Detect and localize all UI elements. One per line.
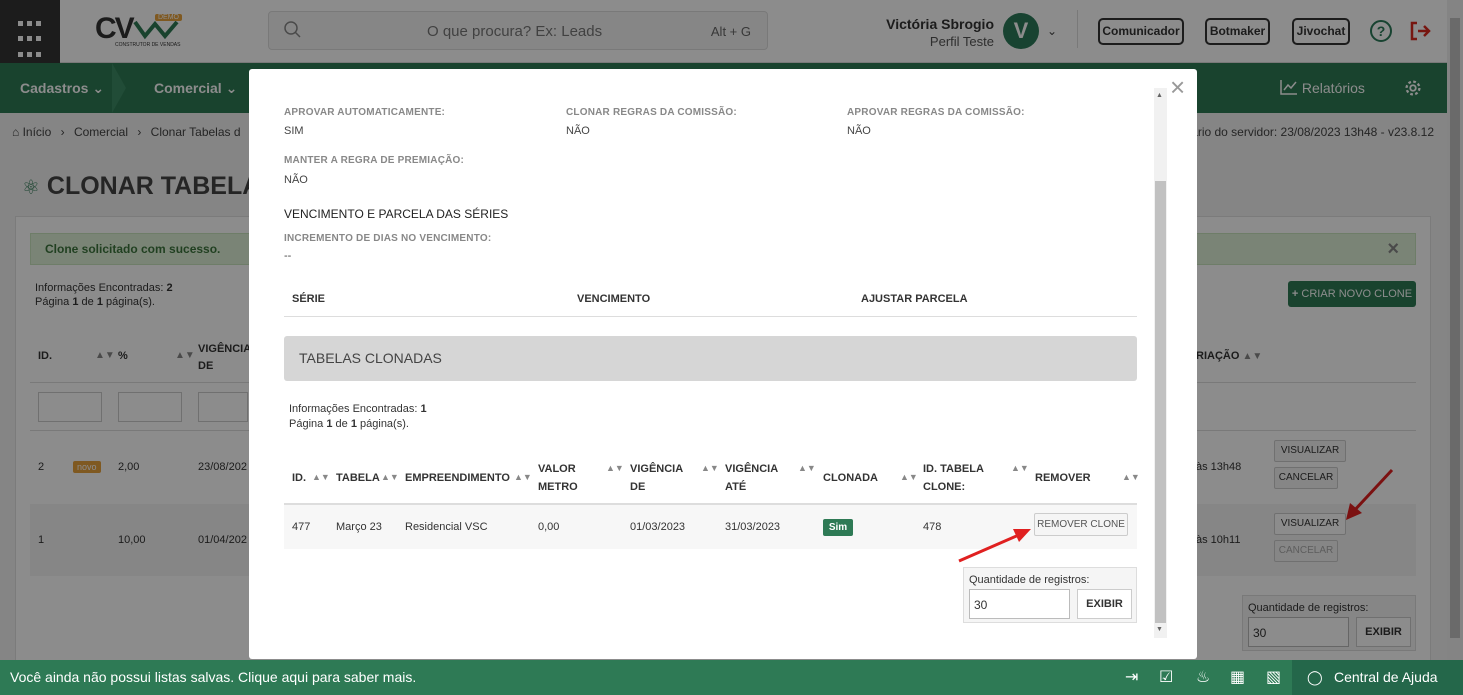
cell-tabela: Março 23 <box>336 521 382 533</box>
saved-lists-message[interactable]: Você ainda não possui listas salvas. Cli… <box>10 660 416 695</box>
page-size-control: Quantidade de registros: 30 EXIBIR <box>963 567 1137 623</box>
results-info: Informações Encontradas: 1 Página 1 de 1… <box>289 402 427 432</box>
collapse-icon[interactable]: ⇥ <box>1125 660 1138 695</box>
field-label: CLONAR REGRAS DA COMISSÃO: <box>566 107 737 118</box>
sort-icon[interactable]: ▲▼ <box>606 463 624 473</box>
close-icon[interactable]: × <box>1170 74 1185 100</box>
scroll-down-icon[interactable]: ▼ <box>1156 626 1163 633</box>
annotation-arrow <box>958 529 1031 563</box>
footer-bar: Você ainda não possui listas salvas. Cli… <box>0 660 1463 695</box>
cloned-tables-header: TABELAS CLONADAS <box>284 336 1137 381</box>
field-label: APROVAR AUTOMATICAMENTE: <box>284 107 446 118</box>
sort-icon[interactable]: ▲▼ <box>514 472 532 482</box>
col-label: VIGÊNCIA <box>725 463 779 475</box>
sort-icon[interactable]: ▲▼ <box>798 463 816 473</box>
status-badge: Sim <box>823 519 853 536</box>
field-label: APROVAR REGRAS DA COMISSÃO: <box>847 107 1025 118</box>
cell-valor-metro: 0,00 <box>538 521 560 533</box>
info-count: 1 <box>420 403 427 415</box>
cell-id-clone: 478 <box>923 521 942 533</box>
checklist-icon[interactable]: ☑ <box>1159 660 1173 695</box>
sort-icon[interactable]: ▲▼ <box>1011 463 1029 473</box>
help-center-label: Central de Ajuda <box>1334 669 1438 685</box>
col-id-tabela-clone[interactable]: ID. TABELA CLONE: <box>923 460 984 496</box>
col-vencimento: VENCIMENTO <box>577 293 651 305</box>
field-label: MANTER A REGRA DE PREMIAÇÃO: <box>284 155 465 166</box>
scroll-up-icon[interactable]: ▲ <box>1156 92 1163 99</box>
show-button[interactable]: EXIBIR <box>1077 589 1132 619</box>
divider <box>284 316 1137 317</box>
col-clonada[interactable]: CLONADA <box>823 469 878 487</box>
col-ajustar-parcela: AJUSTAR PARCELA <box>861 293 968 305</box>
col-label: METRO <box>538 481 578 493</box>
sort-icon[interactable]: ▲▼ <box>900 472 918 482</box>
page-num: 1 <box>326 418 333 430</box>
col-remover[interactable]: REMOVER <box>1035 469 1091 487</box>
cell-vigencia-ate: 31/03/2023 <box>725 521 781 533</box>
field-value: SIM <box>284 125 304 137</box>
col-vigencia-ate[interactable]: VIGÊNCIA ATÉ <box>725 460 778 496</box>
sort-icon[interactable]: ▲▼ <box>701 463 719 473</box>
page-label: Página <box>289 418 324 430</box>
sort-icon[interactable]: ▲▼ <box>381 472 399 482</box>
col-label: ATÉ <box>725 481 747 493</box>
help-center-button[interactable]: ◯ Central de Ajuda <box>1292 660 1463 695</box>
field-value: NÃO <box>566 125 590 137</box>
col-label: ID. TABELA <box>923 463 984 475</box>
cell-empreendimento: Residencial VSC <box>405 521 488 533</box>
section-title: VENCIMENTO E PARCELA DAS SÉRIES <box>284 207 509 221</box>
col-label: DE <box>630 481 646 493</box>
page-label: de <box>335 418 348 430</box>
col-tabela[interactable]: TABELA <box>336 469 380 487</box>
page-label: página(s). <box>360 418 409 430</box>
col-vigencia-de[interactable]: VIGÊNCIA DE <box>630 460 683 496</box>
qty-label: Quantidade de registros: <box>969 574 1090 586</box>
field-value: -- <box>284 250 292 262</box>
calculator-icon[interactable]: ▧ <box>1266 660 1281 695</box>
col-serie: SÉRIE <box>292 293 326 305</box>
remove-clone-button[interactable]: REMOVER CLONE <box>1034 513 1128 536</box>
chat-icon: ◯ <box>1307 669 1323 685</box>
col-label: CLONE: <box>923 481 966 493</box>
calendar-icon[interactable]: ▦ <box>1230 660 1245 695</box>
col-id[interactable]: ID. <box>292 469 306 487</box>
cell-vigencia-de: 01/03/2023 <box>630 521 686 533</box>
col-label: VALOR <box>538 463 576 475</box>
field-value: NÃO <box>284 174 308 186</box>
bell-icon[interactable]: ♨ <box>1196 660 1210 695</box>
cell-id: 477 <box>292 521 311 533</box>
modal-scrollbar-thumb[interactable] <box>1155 181 1166 623</box>
col-empreendimento[interactable]: EMPREENDIMENTO <box>405 469 510 487</box>
col-valor-metro[interactable]: VALOR METRO <box>538 460 578 496</box>
sort-icon[interactable]: ▲▼ <box>1122 472 1140 482</box>
field-value: NÃO <box>847 125 871 137</box>
info-label: Informações Encontradas: <box>289 403 418 415</box>
col-label: VIGÊNCIA <box>630 463 684 475</box>
page-total: 1 <box>350 418 357 430</box>
qty-input[interactable]: 30 <box>969 589 1070 619</box>
sort-icon[interactable]: ▲▼ <box>312 472 330 482</box>
field-label: INCREMENTO DE DIAS NO VENCIMENTO: <box>284 233 492 244</box>
